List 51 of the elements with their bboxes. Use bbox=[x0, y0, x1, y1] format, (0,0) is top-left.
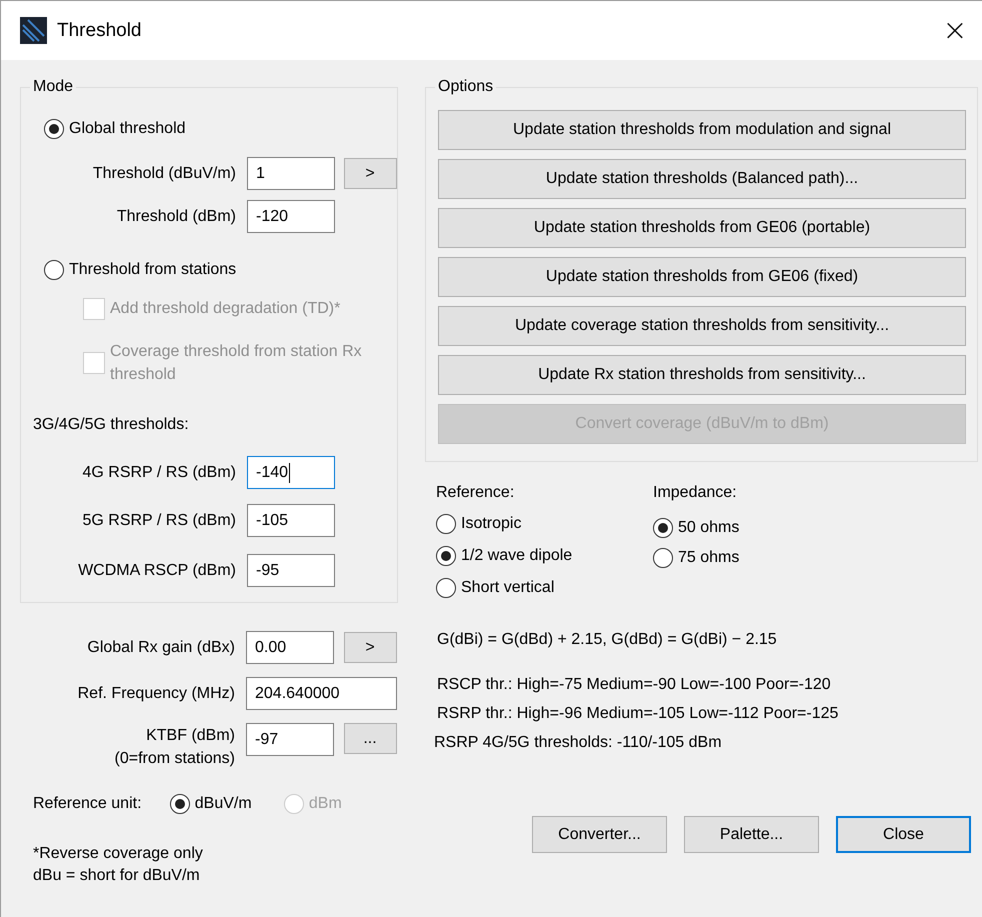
input-field[interactable]: 0.00 bbox=[246, 631, 334, 664]
radio-option[interactable]: dBuV/m bbox=[170, 794, 284, 814]
input-field[interactable]: -95 bbox=[247, 554, 335, 587]
field-label: WCDMA RSCP (dBm) bbox=[77, 561, 236, 581]
option-button[interactable]: Update station thresholds from GE06 (portable) bbox=[438, 208, 966, 248]
group-title: Mode bbox=[32, 78, 74, 96]
info-text: RSRP thr.: High=-96 Medium=-105 Low=-112 Poor=-125 bbox=[437, 704, 840, 724]
dialog-button[interactable]: Close bbox=[836, 816, 971, 853]
info-text: RSRP 4G/5G thresholds: -110/-105 dBm bbox=[434, 733, 723, 753]
field-label: Threshold (dBuV/m) bbox=[92, 164, 236, 184]
reference-label: Reference: bbox=[436, 483, 516, 503]
option-button[interactable]: Update station thresholds (Balanced path)... bbox=[438, 159, 966, 199]
close-button[interactable]: × bbox=[932, 10, 978, 50]
input-field[interactable]: -120 bbox=[247, 200, 335, 233]
arrow-button[interactable]: ... bbox=[344, 723, 396, 754]
radio-option[interactable]: Threshold from stations bbox=[44, 260, 397, 280]
dialog-button[interactable]: Converter... bbox=[532, 816, 667, 853]
field-label: Ref. Frequency (MHz) bbox=[76, 684, 235, 704]
unit-label: Reference unit: bbox=[33, 795, 143, 813]
info-text: RSCP thr.: High=-75 Medium=-90 Low=-100 Poor=-120 bbox=[437, 675, 832, 695]
field-label: Threshold (dBm) bbox=[116, 207, 236, 227]
input-field[interactable]: 1 bbox=[247, 157, 335, 190]
radio-option[interactable]: 75 ohms bbox=[653, 548, 853, 568]
note-text: dBu = short for dBuV/m bbox=[33, 866, 201, 886]
input-field[interactable]: -105 bbox=[247, 504, 335, 537]
option-button[interactable]: Update station thresholds from GE06 (fixed) bbox=[438, 257, 966, 297]
radio-option[interactable]: Isotropic bbox=[436, 514, 653, 534]
dialog-button[interactable]: Palette... bbox=[684, 816, 819, 853]
radio-option[interactable]: Global threshold bbox=[44, 119, 397, 139]
input-field[interactable]: -97 bbox=[246, 723, 334, 756]
option-button[interactable]: Update coverage station thresholds from sensitivity... bbox=[438, 306, 966, 346]
app-icon bbox=[20, 17, 47, 44]
formula-text: G(dBi) = G(dBd) + 2.15, G(dBd) = G(dBi) − 2.15 bbox=[437, 630, 778, 650]
arrow-button[interactable]: > bbox=[344, 632, 396, 663]
window-title: Threshold bbox=[57, 20, 142, 42]
option-button[interactable]: Update station thresholds from modulation and signal bbox=[438, 110, 966, 150]
field-label: Global Rx gain (dBx) bbox=[86, 638, 235, 658]
input-field[interactable]: -140 bbox=[247, 456, 335, 489]
radio-option[interactable]: Short vertical bbox=[436, 578, 653, 598]
field-label: 5G RSRP / RS (dBm) bbox=[81, 511, 236, 531]
arrow-button[interactable]: > bbox=[344, 158, 396, 189]
impedance-label: Impedance: bbox=[653, 483, 738, 503]
section-heading: 3G/4G/5G thresholds: bbox=[33, 415, 190, 435]
radio-option[interactable]: 1/2 wave dipole bbox=[436, 546, 653, 566]
radio-option[interactable]: 50 ohms bbox=[653, 518, 853, 538]
input-field[interactable]: 204.640000 bbox=[246, 677, 397, 710]
field-label: KTBF (dBm) (0=from stations) bbox=[114, 726, 235, 769]
option-button[interactable]: Update Rx station thresholds from sensitivity... bbox=[438, 355, 966, 395]
group-title: Options bbox=[437, 78, 494, 96]
field-label: 4G RSRP / RS (dBm) bbox=[81, 463, 236, 483]
note-text: *Reverse coverage only bbox=[33, 844, 204, 864]
